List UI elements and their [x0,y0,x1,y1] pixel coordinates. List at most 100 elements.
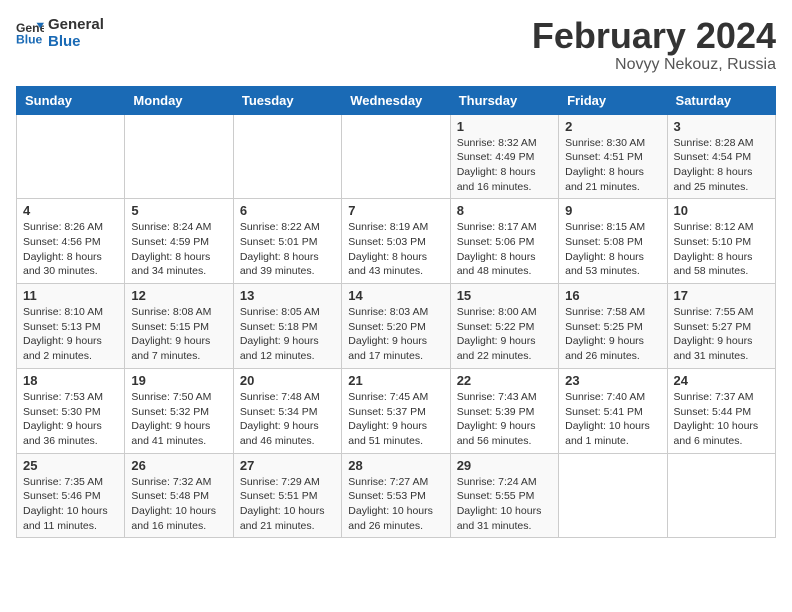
day-info: Sunrise: 7:32 AM Sunset: 5:48 PM Dayligh… [131,475,226,534]
day-info: Sunrise: 7:53 AM Sunset: 5:30 PM Dayligh… [23,390,118,449]
day-number: 6 [240,203,335,218]
day-number: 11 [23,288,118,303]
day-number: 21 [348,373,443,388]
day-info: Sunrise: 8:00 AM Sunset: 5:22 PM Dayligh… [457,305,552,364]
calendar-day-cell: 22 Sunrise: 7:43 AM Sunset: 5:39 PM Dayli… [450,368,558,453]
calendar-day-cell [17,114,125,199]
month-title: February 2024 [532,16,776,56]
day-info: Sunrise: 7:50 AM Sunset: 5:32 PM Dayligh… [131,390,226,449]
calendar-day-cell: 13Sunrise: 8:05 AM Sunset: 5:18 PM Dayli… [233,284,341,369]
day-number: 12 [131,288,226,303]
day-number: 2 [565,119,660,134]
calendar-week-row: 25 Sunrise: 7:35 AM Sunset: 5:46 PM Dayli… [17,453,776,538]
calendar-day-cell: 1 Sunrise: 8:32 AM Sunset: 4:49 PM Daylig… [450,114,558,199]
day-info: Sunrise: 8:24 AM Sunset: 4:59 PM Dayligh… [131,220,226,279]
title-block: February 2024 Novyy Nekouz, Russia [532,16,776,74]
day-info: Sunrise: 7:48 AM Sunset: 5:34 PM Dayligh… [240,390,335,449]
day-info: Sunrise: 8:12 AM Sunset: 5:10 PM Dayligh… [674,220,769,279]
day-info: Sunrise: 8:19 AM Sunset: 5:03 PM Dayligh… [348,220,443,279]
logo-line2: Blue [48,33,104,50]
calendar-day-cell: 25 Sunrise: 7:35 AM Sunset: 5:46 PM Dayli… [17,453,125,538]
day-of-week-header: Tuesday [233,86,341,114]
calendar-day-cell: 20 Sunrise: 7:48 AM Sunset: 5:34 PM Dayli… [233,368,341,453]
day-number: 15 [457,288,552,303]
page-header: General Blue General Blue February 2024 … [16,16,776,74]
day-info: Sunrise: 7:29 AM Sunset: 5:51 PM Dayligh… [240,475,335,534]
day-number: 29 [457,458,552,473]
day-number: 19 [131,373,226,388]
day-of-week-header: Friday [559,86,667,114]
day-info: Sunrise: 7:24 AM Sunset: 5:55 PM Dayligh… [457,475,552,534]
day-number: 8 [457,203,552,218]
day-info: Sunrise: 7:35 AM Sunset: 5:46 PM Dayligh… [23,475,118,534]
day-info: Sunrise: 8:26 AM Sunset: 4:56 PM Dayligh… [23,220,118,279]
calendar-day-cell: 9Sunrise: 8:15 AM Sunset: 5:08 PM Daylig… [559,199,667,284]
day-info: Sunrise: 7:40 AM Sunset: 5:41 PM Dayligh… [565,390,660,449]
day-info: Sunrise: 8:10 AM Sunset: 5:13 PM Dayligh… [23,305,118,364]
day-number: 27 [240,458,335,473]
calendar-week-row: 11 Sunrise: 8:10 AM Sunset: 5:13 PM Dayli… [17,284,776,369]
day-number: 26 [131,458,226,473]
calendar-day-cell: 19 Sunrise: 7:50 AM Sunset: 5:32 PM Dayli… [125,368,233,453]
day-info: Sunrise: 8:17 AM Sunset: 5:06 PM Dayligh… [457,220,552,279]
calendar-day-cell [559,453,667,538]
day-number: 9 [565,203,660,218]
day-info: Sunrise: 8:32 AM Sunset: 4:49 PM Dayligh… [457,136,552,195]
calendar-day-cell: 2 Sunrise: 8:30 AM Sunset: 4:51 PM Daylig… [559,114,667,199]
calendar-day-cell [342,114,450,199]
day-info: Sunrise: 7:37 AM Sunset: 5:44 PM Dayligh… [674,390,769,449]
day-number: 5 [131,203,226,218]
day-of-week-header: Wednesday [342,86,450,114]
calendar-day-cell: 18 Sunrise: 7:53 AM Sunset: 5:30 PM Dayli… [17,368,125,453]
calendar-day-cell: 5 Sunrise: 8:24 AM Sunset: 4:59 PM Daylig… [125,199,233,284]
day-info: Sunrise: 8:08 AM Sunset: 5:15 PM Dayligh… [131,305,226,364]
calendar-day-cell [233,114,341,199]
calendar-day-cell: 12 Sunrise: 8:08 AM Sunset: 5:15 PM Dayli… [125,284,233,369]
day-number: 14 [348,288,443,303]
calendar-day-cell: 11 Sunrise: 8:10 AM Sunset: 5:13 PM Dayli… [17,284,125,369]
calendar-day-cell [125,114,233,199]
day-number: 1 [457,119,552,134]
day-info: Sunrise: 8:30 AM Sunset: 4:51 PM Dayligh… [565,136,660,195]
calendar-day-cell: 29 Sunrise: 7:24 AM Sunset: 5:55 PM Dayli… [450,453,558,538]
day-number: 22 [457,373,552,388]
day-info: Sunrise: 8:03 AM Sunset: 5:20 PM Dayligh… [348,305,443,364]
calendar-day-cell: 23 Sunrise: 7:40 AM Sunset: 5:41 PM Dayli… [559,368,667,453]
calendar-day-cell: 14 Sunrise: 8:03 AM Sunset: 5:20 PM Dayli… [342,284,450,369]
day-number: 24 [674,373,769,388]
calendar-week-row: 18 Sunrise: 7:53 AM Sunset: 5:30 PM Dayli… [17,368,776,453]
day-info: Sunrise: 7:55 AM Sunset: 5:27 PM Dayligh… [674,305,769,364]
calendar-day-cell: 3Sunrise: 8:28 AM Sunset: 4:54 PM Daylig… [667,114,775,199]
calendar-day-cell [667,453,775,538]
calendar-day-cell: 6Sunrise: 8:22 AM Sunset: 5:01 PM Daylig… [233,199,341,284]
day-number: 25 [23,458,118,473]
calendar-day-cell: 28Sunrise: 7:27 AM Sunset: 5:53 PM Dayli… [342,453,450,538]
day-number: 20 [240,373,335,388]
calendar-day-cell: 24 Sunrise: 7:37 AM Sunset: 5:44 PM Dayli… [667,368,775,453]
calendar-table: SundayMondayTuesdayWednesdayThursdayFrid… [16,86,776,539]
day-of-week-header: Thursday [450,86,558,114]
calendar-day-cell: 10 Sunrise: 8:12 AM Sunset: 5:10 PM Dayli… [667,199,775,284]
calendar-day-cell: 4 Sunrise: 8:26 AM Sunset: 4:56 PM Daylig… [17,199,125,284]
svg-text:Blue: Blue [16,32,43,46]
day-number: 23 [565,373,660,388]
day-of-week-header: Sunday [17,86,125,114]
day-number: 17 [674,288,769,303]
calendar-week-row: 1 Sunrise: 8:32 AM Sunset: 4:49 PM Daylig… [17,114,776,199]
day-of-week-header: Monday [125,86,233,114]
calendar-day-cell: 17 Sunrise: 7:55 AM Sunset: 5:27 PM Dayli… [667,284,775,369]
day-info: Sunrise: 7:43 AM Sunset: 5:39 PM Dayligh… [457,390,552,449]
day-info: Sunrise: 7:27 AM Sunset: 5:53 PM Dayligh… [348,475,443,534]
day-number: 4 [23,203,118,218]
logo-icon: General Blue [16,19,44,47]
calendar-day-cell: 7 Sunrise: 8:19 AM Sunset: 5:03 PM Daylig… [342,199,450,284]
day-number: 18 [23,373,118,388]
calendar-day-cell: 21Sunrise: 7:45 AM Sunset: 5:37 PM Dayli… [342,368,450,453]
day-number: 3 [674,119,769,134]
day-info: Sunrise: 7:58 AM Sunset: 5:25 PM Dayligh… [565,305,660,364]
logo-line1: General [48,16,104,33]
calendar-week-row: 4 Sunrise: 8:26 AM Sunset: 4:56 PM Daylig… [17,199,776,284]
calendar-day-cell: 27 Sunrise: 7:29 AM Sunset: 5:51 PM Dayli… [233,453,341,538]
day-number: 10 [674,203,769,218]
day-number: 7 [348,203,443,218]
